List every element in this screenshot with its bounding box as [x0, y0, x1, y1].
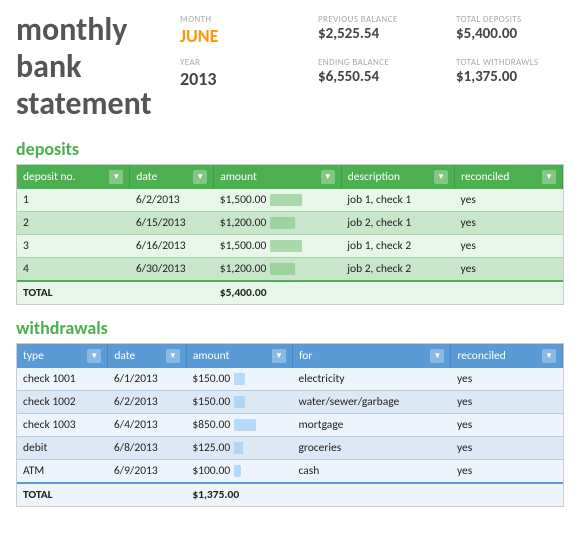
withdrawals-table-wrapper: type ▼ date ▼ amount ▼	[16, 343, 564, 507]
ending-balance-value: $6,550.54	[318, 68, 426, 86]
withdrawals-col-type[interactable]: type ▼	[17, 344, 108, 368]
total-deposits-label: TOTAL DEPOSITS	[456, 14, 564, 25]
deposits-col-description[interactable]: description ▼	[341, 165, 454, 189]
page-header: monthly bank statement MONTH JUNE PREVIO…	[16, 12, 564, 122]
withdrawals-col-date[interactable]: date ▼	[108, 344, 186, 368]
prev-balance-label: PREVIOUS BALANCE	[318, 14, 426, 25]
withdrawal-row: check 1002 6/2/2013 $150.00 water/sewer/…	[17, 391, 563, 414]
month-meta: MONTH JUNE	[180, 14, 288, 47]
amount-bar	[234, 419, 256, 431]
year-meta: YEAR 2013	[180, 57, 288, 90]
total-withdrawls-label: TOTAL WITHDRAWLS	[456, 57, 564, 68]
deposits-table: deposit no. ▼ date ▼ amount ▼	[17, 165, 563, 304]
deposit-row: 3 6/16/2013 $1,500.00 job 1, check 2 yes	[17, 235, 563, 258]
amount-bar	[270, 240, 301, 252]
total-deposits-meta: TOTAL DEPOSITS $5,400.00	[456, 14, 564, 47]
deposit-row: 1 6/2/2013 $1,500.00 job 1, check 1 yes	[17, 189, 563, 212]
title-line2: bank	[16, 49, 156, 86]
withdrawal-row: check 1003 6/4/2013 $850.00 mortgage yes	[17, 414, 563, 437]
amount-bar	[270, 263, 295, 275]
amount-bar	[234, 396, 245, 408]
amount-bar	[234, 373, 245, 385]
withdrawals-col-for[interactable]: for ▼	[293, 344, 451, 368]
year-value: 2013	[180, 68, 288, 90]
meta-section: MONTH JUNE PREVIOUS BALANCE $2,525.54 TO…	[180, 12, 564, 90]
deposits-desc-dropdown[interactable]: ▼	[434, 170, 448, 184]
withdrawal-row: check 1001 6/1/2013 $150.00 electricity …	[17, 368, 563, 391]
withdrawal-row: ATM 6/9/2013 $100.00 cash yes	[17, 460, 563, 484]
withdrawals-type-dropdown[interactable]: ▼	[87, 349, 101, 363]
year-label: YEAR	[180, 57, 288, 68]
withdrawals-total-label: TOTAL	[17, 483, 108, 506]
ending-balance-label: ENDING BALANCE	[318, 57, 426, 68]
total-withdrawls-meta: TOTAL WITHDRAWLS $1,375.00	[456, 57, 564, 90]
withdrawals-header-row: type ▼ date ▼ amount ▼	[17, 344, 563, 368]
deposits-col-reconciled[interactable]: reconciled ▼	[455, 165, 563, 189]
month-value: JUNE	[180, 25, 288, 47]
deposits-col-date[interactable]: date ▼	[130, 165, 214, 189]
title-line1: monthly	[16, 12, 156, 49]
meta-row-1: MONTH JUNE PREVIOUS BALANCE $2,525.54 TO…	[180, 14, 564, 47]
page-title: monthly bank statement	[16, 12, 156, 122]
amount-bar	[270, 194, 301, 206]
deposit-row: 4 6/30/2013 $1,200.00 job 2, check 2 yes	[17, 258, 563, 282]
amount-bar	[270, 217, 295, 229]
deposits-header-row: deposit no. ▼ date ▼ amount ▼	[17, 165, 563, 189]
deposit-row: 2 6/15/2013 $1,200.00 job 2, check 1 yes	[17, 212, 563, 235]
withdrawals-for-dropdown[interactable]: ▼	[430, 349, 444, 363]
ending-balance-meta: ENDING BALANCE $6,550.54	[318, 57, 426, 90]
total-deposits-value: $5,400.00	[456, 25, 564, 43]
month-label: MONTH	[180, 14, 288, 25]
amount-bar	[234, 442, 243, 454]
total-withdrawls-value: $1,375.00	[456, 68, 564, 86]
withdrawal-row: debit 6/8/2013 $125.00 groceries yes	[17, 437, 563, 460]
deposits-col-amount[interactable]: amount ▼	[214, 165, 342, 189]
amount-bar	[234, 465, 241, 477]
deposits-amount-dropdown[interactable]: ▼	[321, 170, 335, 184]
deposits-date-dropdown[interactable]: ▼	[193, 170, 207, 184]
withdrawals-date-dropdown[interactable]: ▼	[166, 349, 180, 363]
deposits-col-no[interactable]: deposit no. ▼	[17, 165, 130, 189]
withdrawals-total-row: TOTAL $1,375.00	[17, 483, 563, 506]
withdrawals-col-reconciled[interactable]: reconciled ▼	[451, 344, 563, 368]
deposits-total-amount: $5,400.00	[214, 281, 342, 304]
meta-row-2: YEAR 2013 ENDING BALANCE $6,550.54 TOTAL…	[180, 57, 564, 90]
withdrawals-amount-dropdown[interactable]: ▼	[272, 349, 286, 363]
prev-balance-meta: PREVIOUS BALANCE $2,525.54	[318, 14, 426, 47]
deposits-table-wrapper: deposit no. ▼ date ▼ amount ▼	[16, 164, 564, 305]
deposits-reconciled-dropdown[interactable]: ▼	[542, 170, 556, 184]
withdrawals-col-amount[interactable]: amount ▼	[186, 344, 292, 368]
withdrawals-section-title: withdrawals	[16, 317, 564, 339]
withdrawals-total-amount: $1,375.00	[186, 483, 292, 506]
deposits-section-title: deposits	[16, 138, 564, 160]
deposits-total-label: TOTAL	[17, 281, 130, 304]
prev-balance-value: $2,525.54	[318, 25, 426, 43]
deposits-total-row: TOTAL $5,400.00	[17, 281, 563, 304]
title-line3: statement	[16, 86, 156, 123]
deposits-no-dropdown[interactable]: ▼	[109, 170, 123, 184]
withdrawals-table: type ▼ date ▼ amount ▼	[17, 344, 563, 506]
withdrawals-reconciled-dropdown[interactable]: ▼	[542, 349, 556, 363]
